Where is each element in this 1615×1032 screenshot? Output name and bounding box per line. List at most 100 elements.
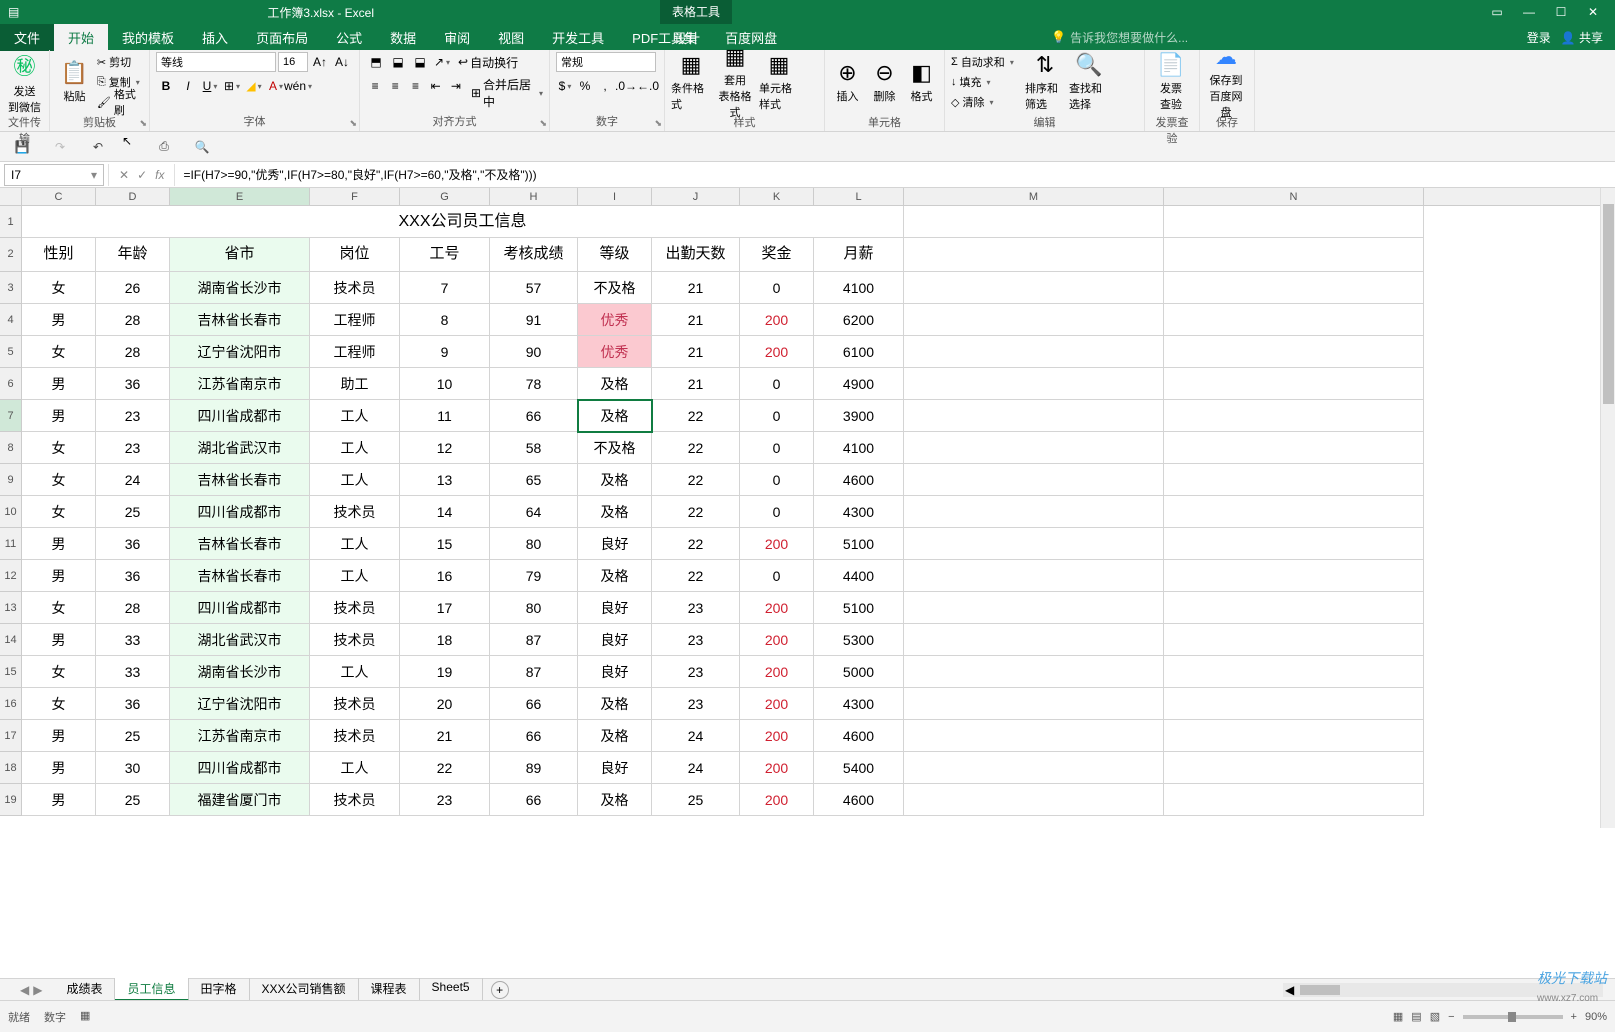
table-header-cell[interactable]: 考核成绩 [490,238,578,272]
delete-cells-button[interactable]: ⊖删除 [868,52,901,112]
data-cell[interactable]: 良好 [578,656,652,688]
table-header-cell[interactable]: 等级 [578,238,652,272]
empty-cell[interactable] [1164,784,1424,816]
data-cell[interactable]: 4100 [814,432,904,464]
cell-styles-button[interactable]: ▦单元格样式 [759,52,799,112]
col-header-E[interactable]: E [170,188,310,205]
row-header-4[interactable]: 4 [0,304,22,336]
data-cell[interactable]: 4600 [814,464,904,496]
data-cell[interactable]: 22 [400,752,490,784]
data-cell[interactable]: 0 [740,272,814,304]
sheet-tab[interactable]: 员工信息 [115,978,188,1001]
data-cell[interactable]: 9 [400,336,490,368]
data-cell[interactable]: 吉林省长春市 [170,560,310,592]
tab-mytemplates[interactable]: 我的模板 [108,24,188,51]
undo-icon[interactable]: ↶ [88,137,108,157]
data-cell[interactable]: 21 [652,304,740,336]
col-header-H[interactable]: H [490,188,578,205]
data-cell[interactable]: 良好 [578,752,652,784]
data-cell[interactable]: 工人 [310,432,400,464]
table-header-cell[interactable]: 月薪 [814,238,904,272]
data-cell[interactable]: 25 [96,784,170,816]
col-header-I[interactable]: I [578,188,652,205]
align-center-icon[interactable]: ≡ [386,76,404,96]
close-icon[interactable]: ✕ [1579,5,1607,19]
data-cell[interactable]: 200 [740,752,814,784]
row-header-2[interactable]: 2 [0,238,22,272]
alignment-expand-icon[interactable]: ⬊ [539,118,547,129]
save-baidu-button[interactable]: ☁保存到 百度网盘 [1206,52,1246,112]
row-header-9[interactable]: 9 [0,464,22,496]
name-box[interactable]: I7 ▾ [4,164,104,186]
tab-insert[interactable]: 插入 [188,24,242,51]
table-header-cell[interactable]: 出勤天数 [652,238,740,272]
empty-cell[interactable] [904,624,1164,656]
data-cell[interactable]: 36 [96,560,170,592]
font-size-input[interactable] [278,52,308,72]
empty-cell[interactable] [904,336,1164,368]
data-cell[interactable]: 6100 [814,336,904,368]
table-header-cell[interactable]: 奖金 [740,238,814,272]
font-name-input[interactable] [156,52,276,72]
data-cell[interactable]: 良好 [578,592,652,624]
data-cell[interactable]: 四川省成都市 [170,400,310,432]
table-header-cell[interactable]: 年龄 [96,238,170,272]
col-header-C[interactable]: C [22,188,96,205]
clear-button[interactable]: ◇清除 [951,93,1021,111]
data-cell[interactable]: 及格 [578,560,652,592]
tab-formulas[interactable]: 公式 [322,24,376,51]
sort-filter-button[interactable]: ⇅排序和筛选 [1025,52,1065,112]
data-cell[interactable]: 不及格 [578,432,652,464]
tell-me-input[interactable]: 💡 告诉我您想要做什么... [1051,29,1188,46]
data-cell[interactable]: 四川省成都市 [170,592,310,624]
increase-decimal-icon[interactable]: .0→ [616,76,636,96]
empty-cell[interactable] [904,752,1164,784]
autosum-button[interactable]: Σ自动求和 [951,53,1021,71]
data-cell[interactable]: 28 [96,304,170,336]
empty-cell[interactable] [904,560,1164,592]
data-cell[interactable]: 5000 [814,656,904,688]
data-cell[interactable]: 工程师 [310,336,400,368]
data-cell[interactable]: 23 [652,624,740,656]
find-select-button[interactable]: 🔍查找和选择 [1069,52,1109,112]
row-header-17[interactable]: 17 [0,720,22,752]
data-cell[interactable]: 4400 [814,560,904,592]
invoice-check-button[interactable]: 📄发票 查验 [1151,52,1191,112]
data-cell[interactable]: 4100 [814,272,904,304]
data-cell[interactable]: 工人 [310,528,400,560]
data-cell[interactable]: 200 [740,336,814,368]
empty-cell[interactable] [1164,400,1424,432]
align-middle-icon[interactable]: ⬓ [388,52,408,72]
data-cell[interactable]: 87 [490,624,578,656]
data-cell[interactable]: 13 [400,464,490,496]
row-header-12[interactable]: 12 [0,560,22,592]
empty-cell[interactable] [1164,752,1424,784]
data-cell[interactable]: 36 [96,528,170,560]
data-cell[interactable]: 及格 [578,368,652,400]
italic-button[interactable]: I [178,76,198,96]
data-cell[interactable]: 男 [22,624,96,656]
empty-cell[interactable] [904,656,1164,688]
data-cell[interactable]: 男 [22,528,96,560]
data-cell[interactable]: 湖北省武汉市 [170,432,310,464]
empty-cell[interactable] [1164,464,1424,496]
tab-data[interactable]: 数据 [376,24,430,51]
data-cell[interactable]: 200 [740,304,814,336]
table-header-cell[interactable]: 性别 [22,238,96,272]
data-cell[interactable]: 0 [740,432,814,464]
data-cell[interactable]: 5300 [814,624,904,656]
data-cell[interactable]: 66 [490,720,578,752]
data-cell[interactable]: 4600 [814,720,904,752]
data-cell[interactable]: 58 [490,432,578,464]
data-cell[interactable]: 技术员 [310,592,400,624]
data-cell[interactable]: 22 [652,528,740,560]
sheet-tab[interactable]: 课程表 [359,978,420,1001]
table-header-cell[interactable]: 岗位 [310,238,400,272]
fill-color-button[interactable]: ◢ [244,76,264,96]
empty-cell[interactable] [1164,656,1424,688]
spreadsheet-grid[interactable]: CDEFGHIJKLMN 123456789101112131415161718… [0,188,1615,976]
row-header-3[interactable]: 3 [0,272,22,304]
data-cell[interactable]: 18 [400,624,490,656]
table-format-button[interactable]: ▦套用 表格格式 [715,52,755,112]
view-normal-icon[interactable]: ▦ [1393,1010,1403,1023]
